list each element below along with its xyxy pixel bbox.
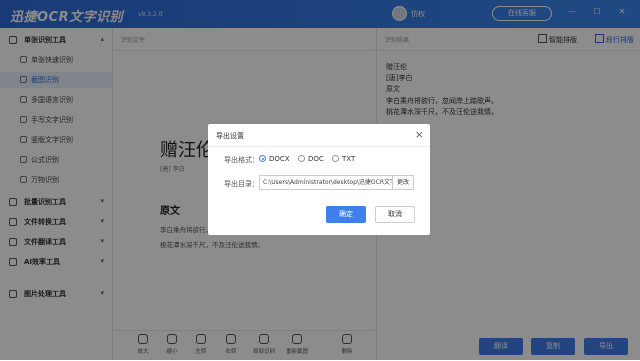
- format-radio-doc[interactable]: DOC: [298, 155, 324, 163]
- directory-label: 导出目录：: [224, 180, 259, 188]
- format-label: 导出格式：: [224, 156, 259, 164]
- radio-label: TXT: [342, 155, 356, 163]
- change-directory-button[interactable]: 更改: [392, 175, 414, 190]
- export-settings-dialog: 导出设置 × 导出格式： DOCX DOC TXT 导出目录： C:\Users…: [208, 124, 430, 235]
- dialog-header: 导出设置 ×: [208, 124, 430, 147]
- radio-checked-icon: [259, 155, 266, 162]
- dialog-close-icon[interactable]: ×: [415, 128, 424, 141]
- radio-label: DOC: [308, 155, 324, 163]
- radio-unchecked-icon: [298, 155, 305, 162]
- radio-label: DOCX: [269, 155, 290, 163]
- cancel-button[interactable]: 取消: [375, 206, 415, 223]
- confirm-button[interactable]: 确定: [326, 206, 366, 223]
- format-radio-txt[interactable]: TXT: [332, 155, 355, 163]
- format-radio-docx[interactable]: DOCX: [259, 155, 290, 163]
- directory-input[interactable]: C:\Users\Administrator\desktop\迅捷OCR文字: [259, 175, 393, 190]
- dialog-title: 导出设置: [216, 132, 244, 140]
- radio-unchecked-icon: [332, 155, 339, 162]
